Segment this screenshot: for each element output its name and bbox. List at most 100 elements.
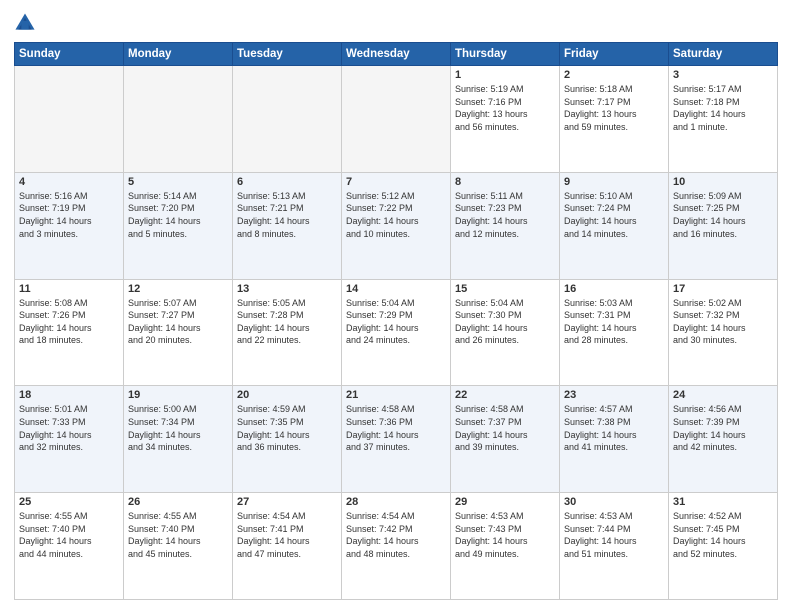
weekday-header-row: SundayMondayTuesdayWednesdayThursdayFrid… bbox=[15, 43, 778, 66]
day-info: Sunrise: 4:53 AM Sunset: 7:44 PM Dayligh… bbox=[564, 510, 664, 560]
day-info: Sunrise: 5:00 AM Sunset: 7:34 PM Dayligh… bbox=[128, 403, 228, 453]
day-info: Sunrise: 4:57 AM Sunset: 7:38 PM Dayligh… bbox=[564, 403, 664, 453]
day-number: 23 bbox=[564, 389, 664, 401]
day-number: 22 bbox=[455, 389, 555, 401]
day-info: Sunrise: 5:08 AM Sunset: 7:26 PM Dayligh… bbox=[19, 297, 119, 347]
day-info: Sunrise: 4:55 AM Sunset: 7:40 PM Dayligh… bbox=[128, 510, 228, 560]
day-cell bbox=[233, 66, 342, 173]
day-info: Sunrise: 5:16 AM Sunset: 7:19 PM Dayligh… bbox=[19, 190, 119, 240]
day-info: Sunrise: 5:12 AM Sunset: 7:22 PM Dayligh… bbox=[346, 190, 446, 240]
day-cell: 16 Sunrise: 5:03 AM Sunset: 7:31 PM Dayli… bbox=[560, 279, 669, 386]
day-info: Sunrise: 5:04 AM Sunset: 7:30 PM Dayligh… bbox=[455, 297, 555, 347]
day-number: 4 bbox=[19, 176, 119, 188]
day-cell: 14Sunrise: 5:04 AM Sunset: 7:29 PM Dayli… bbox=[342, 279, 451, 386]
day-info: Sunrise: 5:09 AM Sunset: 7:25 PM Dayligh… bbox=[673, 190, 773, 240]
day-info: Sunrise: 4:53 AM Sunset: 7:43 PM Dayligh… bbox=[455, 510, 555, 560]
day-number: 2 bbox=[564, 69, 664, 81]
week-row-5: 25 Sunrise: 4:55 AM Sunset: 7:40 PM Dayli… bbox=[15, 493, 778, 600]
day-number: 10 bbox=[673, 176, 773, 188]
day-info: Sunrise: 5:10 AM Sunset: 7:24 PM Dayligh… bbox=[564, 190, 664, 240]
day-number: 27 bbox=[237, 496, 337, 508]
day-number: 25 bbox=[19, 496, 119, 508]
day-cell: 6 Sunrise: 5:13 AM Sunset: 7:21 PM Daylig… bbox=[233, 172, 342, 279]
day-number: 7 bbox=[346, 176, 446, 188]
day-cell: 3Sunrise: 5:17 AM Sunset: 7:18 PM Daylig… bbox=[669, 66, 778, 173]
weekday-header-thursday: Thursday bbox=[451, 43, 560, 66]
day-info: Sunrise: 5:18 AM Sunset: 7:17 PM Dayligh… bbox=[564, 83, 664, 133]
day-info: Sunrise: 5:02 AM Sunset: 7:32 PM Dayligh… bbox=[673, 297, 773, 347]
day-cell: 8Sunrise: 5:11 AM Sunset: 7:23 PM Daylig… bbox=[451, 172, 560, 279]
day-cell: 7 Sunrise: 5:12 AM Sunset: 7:22 PM Daylig… bbox=[342, 172, 451, 279]
day-cell: 4 Sunrise: 5:16 AM Sunset: 7:19 PM Daylig… bbox=[15, 172, 124, 279]
day-info: Sunrise: 4:58 AM Sunset: 7:37 PM Dayligh… bbox=[455, 403, 555, 453]
day-number: 12 bbox=[128, 283, 228, 295]
day-info: Sunrise: 5:14 AM Sunset: 7:20 PM Dayligh… bbox=[128, 190, 228, 240]
day-info: Sunrise: 4:52 AM Sunset: 7:45 PM Dayligh… bbox=[673, 510, 773, 560]
day-cell: 21 Sunrise: 4:58 AM Sunset: 7:36 PM Dayli… bbox=[342, 386, 451, 493]
day-info: Sunrise: 4:55 AM Sunset: 7:40 PM Dayligh… bbox=[19, 510, 119, 560]
day-cell: 28 Sunrise: 4:54 AM Sunset: 7:42 PM Dayli… bbox=[342, 493, 451, 600]
day-number: 24 bbox=[673, 389, 773, 401]
day-info: Sunrise: 4:58 AM Sunset: 7:36 PM Dayligh… bbox=[346, 403, 446, 453]
day-info: Sunrise: 5:13 AM Sunset: 7:21 PM Dayligh… bbox=[237, 190, 337, 240]
day-cell: 17 Sunrise: 5:02 AM Sunset: 7:32 PM Dayli… bbox=[669, 279, 778, 386]
day-cell: 11Sunrise: 5:08 AM Sunset: 7:26 PM Dayli… bbox=[15, 279, 124, 386]
day-info: Sunrise: 5:07 AM Sunset: 7:27 PM Dayligh… bbox=[128, 297, 228, 347]
day-number: 8 bbox=[455, 176, 555, 188]
weekday-header-wednesday: Wednesday bbox=[342, 43, 451, 66]
day-cell: 1 Sunrise: 5:19 AM Sunset: 7:16 PM Daylig… bbox=[451, 66, 560, 173]
day-info: Sunrise: 4:59 AM Sunset: 7:35 PM Dayligh… bbox=[237, 403, 337, 453]
day-number: 16 bbox=[564, 283, 664, 295]
day-cell: 2 Sunrise: 5:18 AM Sunset: 7:17 PM Daylig… bbox=[560, 66, 669, 173]
day-cell: 9 Sunrise: 5:10 AM Sunset: 7:24 PM Daylig… bbox=[560, 172, 669, 279]
weekday-header-tuesday: Tuesday bbox=[233, 43, 342, 66]
day-number: 3 bbox=[673, 69, 773, 81]
day-number: 5 bbox=[128, 176, 228, 188]
day-number: 15 bbox=[455, 283, 555, 295]
day-info: Sunrise: 4:54 AM Sunset: 7:41 PM Dayligh… bbox=[237, 510, 337, 560]
day-cell: 20 Sunrise: 4:59 AM Sunset: 7:35 PM Dayli… bbox=[233, 386, 342, 493]
day-cell bbox=[342, 66, 451, 173]
day-cell: 19 Sunrise: 5:00 AM Sunset: 7:34 PM Dayli… bbox=[124, 386, 233, 493]
day-number: 1 bbox=[455, 69, 555, 81]
day-number: 28 bbox=[346, 496, 446, 508]
week-row-3: 11Sunrise: 5:08 AM Sunset: 7:26 PM Dayli… bbox=[15, 279, 778, 386]
week-row-1: 1 Sunrise: 5:19 AM Sunset: 7:16 PM Daylig… bbox=[15, 66, 778, 173]
day-cell: 13Sunrise: 5:05 AM Sunset: 7:28 PM Dayli… bbox=[233, 279, 342, 386]
day-number: 9 bbox=[564, 176, 664, 188]
day-cell: 22 Sunrise: 4:58 AM Sunset: 7:37 PM Dayli… bbox=[451, 386, 560, 493]
day-cell: 15 Sunrise: 5:04 AM Sunset: 7:30 PM Dayli… bbox=[451, 279, 560, 386]
day-number: 30 bbox=[564, 496, 664, 508]
weekday-header-monday: Monday bbox=[124, 43, 233, 66]
day-info: Sunrise: 5:04 AM Sunset: 7:29 PM Dayligh… bbox=[346, 297, 446, 347]
day-number: 26 bbox=[128, 496, 228, 508]
day-cell: 30 Sunrise: 4:53 AM Sunset: 7:44 PM Dayli… bbox=[560, 493, 669, 600]
day-number: 20 bbox=[237, 389, 337, 401]
day-number: 6 bbox=[237, 176, 337, 188]
weekday-header-friday: Friday bbox=[560, 43, 669, 66]
page: SundayMondayTuesdayWednesdayThursdayFrid… bbox=[0, 0, 792, 612]
day-cell bbox=[15, 66, 124, 173]
day-number: 31 bbox=[673, 496, 773, 508]
day-cell: 31 Sunrise: 4:52 AM Sunset: 7:45 PM Dayli… bbox=[669, 493, 778, 600]
day-cell: 12 Sunrise: 5:07 AM Sunset: 7:27 PM Dayli… bbox=[124, 279, 233, 386]
weekday-header-sunday: Sunday bbox=[15, 43, 124, 66]
day-info: Sunrise: 5:03 AM Sunset: 7:31 PM Dayligh… bbox=[564, 297, 664, 347]
day-info: Sunrise: 4:56 AM Sunset: 7:39 PM Dayligh… bbox=[673, 403, 773, 453]
day-cell: 18Sunrise: 5:01 AM Sunset: 7:33 PM Dayli… bbox=[15, 386, 124, 493]
header bbox=[14, 12, 778, 34]
day-cell: 23 Sunrise: 4:57 AM Sunset: 7:38 PM Dayli… bbox=[560, 386, 669, 493]
day-info: Sunrise: 4:54 AM Sunset: 7:42 PM Dayligh… bbox=[346, 510, 446, 560]
week-row-2: 4 Sunrise: 5:16 AM Sunset: 7:19 PM Daylig… bbox=[15, 172, 778, 279]
day-number: 17 bbox=[673, 283, 773, 295]
day-info: Sunrise: 5:05 AM Sunset: 7:28 PM Dayligh… bbox=[237, 297, 337, 347]
day-info: Sunrise: 5:19 AM Sunset: 7:16 PM Dayligh… bbox=[455, 83, 555, 133]
day-number: 21 bbox=[346, 389, 446, 401]
weekday-header-saturday: Saturday bbox=[669, 43, 778, 66]
day-cell: 29 Sunrise: 4:53 AM Sunset: 7:43 PM Dayli… bbox=[451, 493, 560, 600]
day-number: 19 bbox=[128, 389, 228, 401]
day-cell: 26 Sunrise: 4:55 AM Sunset: 7:40 PM Dayli… bbox=[124, 493, 233, 600]
logo bbox=[14, 12, 40, 34]
day-info: Sunrise: 5:01 AM Sunset: 7:33 PM Dayligh… bbox=[19, 403, 119, 453]
day-number: 29 bbox=[455, 496, 555, 508]
